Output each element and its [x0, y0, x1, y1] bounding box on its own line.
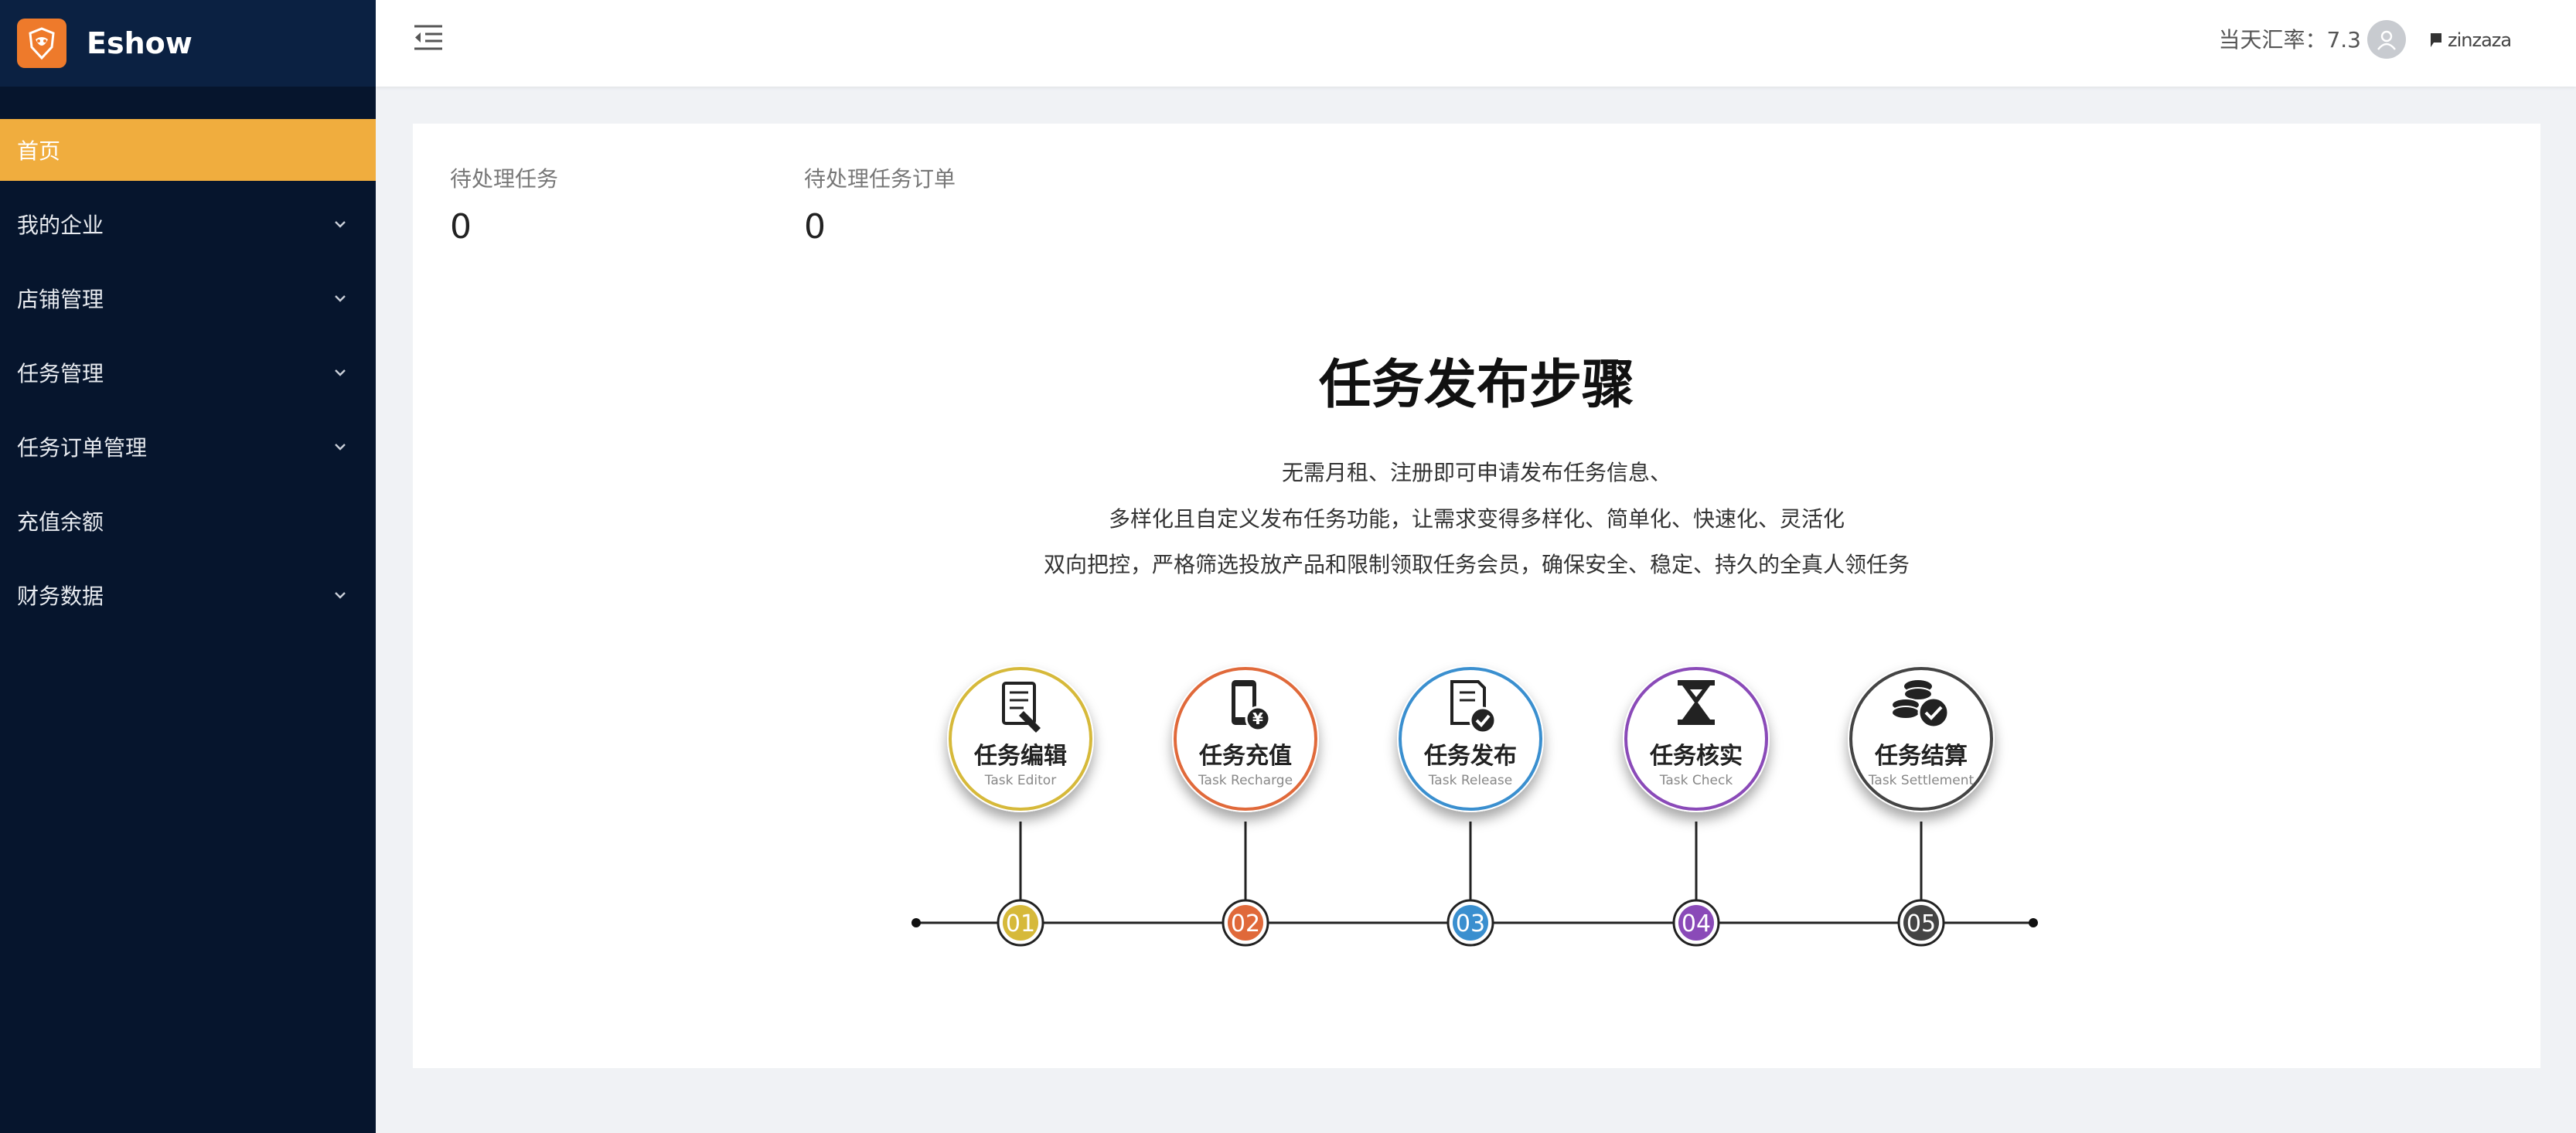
step-title: 任务结算	[1874, 743, 1968, 770]
step-title: 任务充值	[1198, 743, 1292, 770]
sidebar-item-label: 我的企业	[17, 213, 104, 238]
chevron-down-icon	[335, 369, 346, 376]
brand-name: Eshow	[87, 26, 193, 60]
step-subtitle: Task Recharge	[1198, 773, 1293, 788]
step-02: ¥ 任务充值 Task Recharge 02	[1172, 665, 1319, 947]
sidebar-item-shop-management[interactable]: 店铺管理	[0, 267, 376, 329]
step-title: 任务核实	[1649, 743, 1743, 770]
sidebar-item-label: 充值余额	[17, 509, 104, 535]
menu-fold-icon[interactable]	[411, 22, 447, 53]
top-header: 当天汇率：7.3 zinzaza	[376, 0, 2576, 87]
sidebar-item-recharge-balance[interactable]: 充值余额	[0, 490, 376, 552]
step-01: 任务编辑 Task Editor 01	[947, 665, 1094, 947]
step-subtitle: Task Check	[1659, 773, 1733, 788]
sidebar-item-task-management[interactable]: 任务管理	[0, 342, 376, 403]
sidebar-item-my-enterprise[interactable]: 我的企业	[0, 193, 376, 255]
user-icon	[2377, 30, 2396, 50]
step-04: 任务核实 Task Check 04	[1623, 665, 1770, 947]
timeline-start-dot	[911, 918, 921, 927]
sidebar-item-label: 财务数据	[17, 584, 104, 609]
task-steps-flow: 任务编辑 Task Editor 01 ¥ 任务充值 Task Recharge…	[911, 665, 2038, 947]
sidebar-menu: 首页 我的企业 店铺管理 任务管理 任务订单管理 充值余额 财务数据	[0, 119, 376, 626]
dashboard-card: 待处理任务 0 待处理任务订单 0 任务发布步骤 无需月租、注册即可申请发布任务…	[413, 124, 2540, 1068]
sidebar-item-label: 店铺管理	[17, 287, 104, 312]
svg-text:¥: ¥	[1252, 709, 1263, 728]
step-title: 任务发布	[1423, 743, 1517, 770]
chevron-down-icon	[335, 221, 346, 228]
chevron-down-icon	[335, 592, 346, 599]
sidebar-item-financial-data[interactable]: 财务数据	[0, 564, 376, 626]
avatar[interactable]	[2367, 20, 2406, 59]
step-number: 05	[1906, 910, 1936, 937]
step-title: 任务编辑	[973, 743, 1067, 770]
step-05: 任务结算 Task Settlement 05	[1848, 665, 1995, 947]
timeline-end-dot	[2029, 918, 2038, 927]
sidebar-item-task-order-management[interactable]: 任务订单管理	[0, 416, 376, 478]
username-dropdown[interactable]: zinzaza	[2429, 25, 2545, 56]
step-number: 02	[1231, 910, 1260, 937]
flag-icon	[2431, 33, 2441, 47]
brand[interactable]: Eshow	[0, 0, 376, 87]
step-03: 任务发布 Task Release 03	[1397, 665, 1544, 947]
chevron-down-icon	[335, 295, 346, 302]
sidebar-item-home[interactable]: 首页	[0, 119, 376, 181]
sidebar-item-label: 任务订单管理	[17, 435, 148, 461]
step-number: 01	[1006, 910, 1035, 937]
brand-logo-icon	[17, 19, 66, 68]
step-subtitle: Task Settlement	[1868, 773, 1975, 788]
sidebar-item-label: 首页	[17, 138, 61, 164]
sidebar: Eshow 首页 我的企业 店铺管理 任务管理 任务订单管理 充值余额 财务数据	[0, 0, 376, 1133]
sidebar-item-label: 任务管理	[17, 361, 104, 386]
chevron-down-icon	[335, 444, 346, 451]
step-subtitle: Task Editor	[984, 773, 1056, 788]
username-text: zinzaza	[2448, 29, 2512, 51]
step-subtitle: Task Release	[1428, 773, 1513, 788]
exchange-rate-text: 当天汇率：7.3	[2218, 27, 2361, 53]
step-number: 03	[1456, 910, 1485, 937]
step-number: 04	[1682, 910, 1711, 937]
